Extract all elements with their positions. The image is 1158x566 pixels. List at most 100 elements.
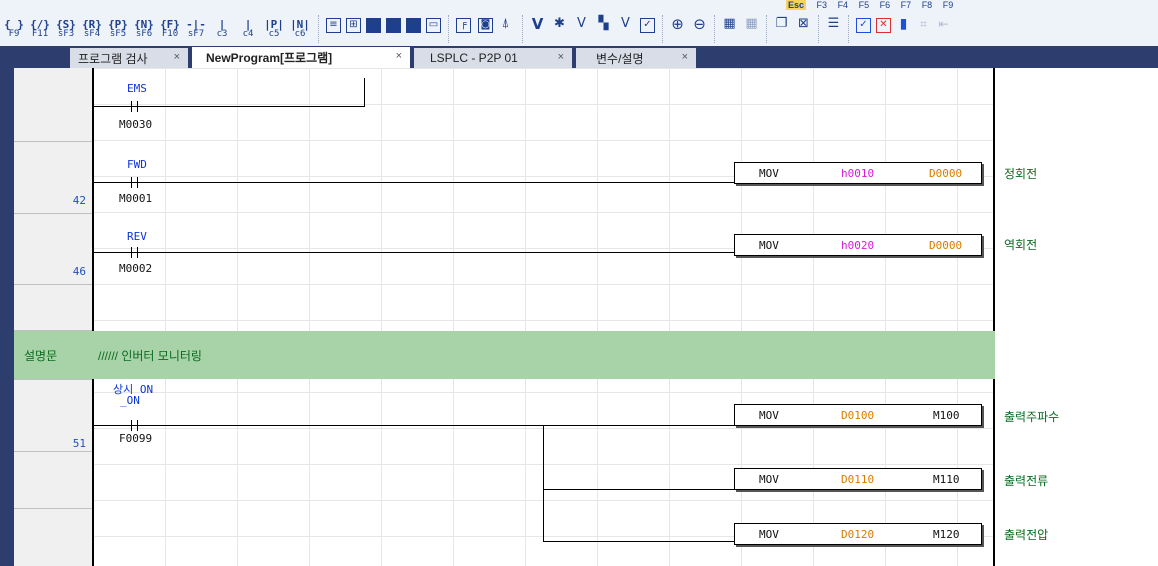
f8-key-label[interactable]: F8 xyxy=(922,0,933,10)
step-number-column: 42 46 51 xyxy=(14,68,93,566)
key-label: c5 xyxy=(268,29,280,39)
mov-instruction-box[interactable]: MOV D0110 M110 xyxy=(734,468,982,490)
branch-wire xyxy=(543,489,734,490)
key-label: sF3 xyxy=(57,29,75,39)
contact-button-sf7[interactable]: -|- sF7 xyxy=(184,12,208,46)
contact-button-c3[interactable]: | c3 xyxy=(210,12,234,46)
cancel-box-icon[interactable]: ✕ xyxy=(876,18,891,33)
variable-check-icon[interactable]: V xyxy=(618,17,633,33)
monitor-view-icon[interactable] xyxy=(386,18,401,33)
key-label: sF4 xyxy=(83,29,101,39)
tab-variables[interactable]: 변수/설명 × xyxy=(576,48,696,68)
block-view-icon[interactable] xyxy=(366,18,381,33)
table-disabled-icon[interactable]: ▦ xyxy=(744,17,759,33)
insert-rung-icon[interactable]: ╒ xyxy=(456,18,471,33)
branch-wire xyxy=(543,425,544,541)
contact-button-f9[interactable]: { } F9 xyxy=(2,12,26,46)
contact-name: _ON xyxy=(120,394,140,407)
bookmark-prev-icon[interactable]: ⌗ xyxy=(916,18,931,33)
close-icon[interactable]: × xyxy=(396,50,402,62)
contact-button-sf6[interactable]: {N} sF6 xyxy=(132,12,156,46)
instruction-op: MOV xyxy=(759,239,779,252)
close-icon[interactable]: × xyxy=(558,51,564,63)
close-icon[interactable]: × xyxy=(174,51,180,63)
mov-instruction-box[interactable]: MOV D0100 M100 xyxy=(734,404,982,426)
grid-view-icon[interactable]: ⊞ xyxy=(346,18,361,33)
bookmark-next-icon[interactable]: ⇤ xyxy=(936,18,951,33)
row-divider xyxy=(14,379,92,380)
f3-key-label[interactable]: F3 xyxy=(817,0,828,10)
zoom-in-icon[interactable]: ⊕ xyxy=(670,17,685,33)
upload-icon[interactable]: ⍋ xyxy=(498,17,513,33)
bookmark-icon[interactable]: ▮ xyxy=(896,17,911,33)
cross-reference-icon[interactable]: ⊠ xyxy=(796,17,811,33)
window-view-icon[interactable]: ▭ xyxy=(426,18,441,33)
checked-box-icon[interactable]: ✓ xyxy=(856,18,871,33)
link-view-icon[interactable] xyxy=(406,18,421,33)
contact-button-c5[interactable]: |P| c5 xyxy=(262,12,286,46)
zoom-out-icon[interactable]: ⊖ xyxy=(692,17,707,33)
instruction-source: D0120 xyxy=(841,528,875,541)
instruction-dest: D0000 xyxy=(929,167,963,180)
compile-icon[interactable]: ◙ xyxy=(478,18,493,33)
f6-key-label[interactable]: F6 xyxy=(880,0,891,10)
rung-wire xyxy=(94,425,734,426)
instruction-dest: M110 xyxy=(933,473,960,486)
contact-button-c6[interactable]: |N| c6 xyxy=(288,12,312,46)
tab-label: LSPLC - P2P 01 xyxy=(430,51,518,65)
variable-icon[interactable]: V xyxy=(574,17,589,33)
output-comment: 출력전압 xyxy=(1004,528,1049,542)
contact-button-sf3[interactable]: {S} sF3 xyxy=(54,12,78,46)
copy-window-icon[interactable]: ❐ xyxy=(774,17,789,33)
instruction-source: D0110 xyxy=(841,473,875,486)
view-list-icon[interactable]: ≡ xyxy=(326,18,341,33)
instruction-op: MOV xyxy=(759,167,779,180)
contact-symbol[interactable] xyxy=(131,177,138,188)
output-comment: 출력주파수 xyxy=(1004,410,1060,424)
ladder-editor[interactable]: 42 46 51 EMS M0030 FWD M0001 MOV h0010 D… xyxy=(14,68,1158,566)
tab-program-check[interactable]: 프로그램 검사 × xyxy=(70,48,188,68)
f5-key-label[interactable]: F5 xyxy=(859,0,870,10)
contact-button-f10[interactable]: {F} F10 xyxy=(158,12,182,46)
left-power-rail xyxy=(92,68,94,566)
contact-button-sf4[interactable]: {R} sF4 xyxy=(80,12,104,46)
row-divider xyxy=(14,213,92,214)
contact-address: M0002 xyxy=(119,262,153,275)
contact-symbol[interactable] xyxy=(131,247,138,258)
rung-wire xyxy=(364,78,365,107)
toolbar-separator xyxy=(662,15,664,43)
cpu-icon[interactable]: ✱ xyxy=(552,17,567,33)
instruction-source: D0100 xyxy=(841,409,875,422)
contact-symbol[interactable] xyxy=(131,101,138,112)
mov-instruction-box[interactable]: MOV h0010 D0000 xyxy=(734,162,982,184)
device-icon[interactable]: ▚ xyxy=(596,17,611,33)
contact-symbol[interactable] xyxy=(131,420,138,431)
list-icon[interactable]: ☰ xyxy=(826,17,841,33)
f9-key-label[interactable]: F9 xyxy=(943,0,954,10)
check-box-icon[interactable]: ✓ xyxy=(640,18,655,33)
toolbar-separator xyxy=(848,15,850,43)
comment-banner[interactable]: 설명문 ////// 인버터 모니터링 xyxy=(14,331,995,379)
tab-lsplc-p2p[interactable]: LSPLC - P2P 01 × xyxy=(414,48,572,68)
key-label: sF7 xyxy=(187,29,205,39)
mov-instruction-box[interactable]: MOV D0120 M120 xyxy=(734,523,982,545)
f7-key-label[interactable]: F7 xyxy=(901,0,912,10)
tab-newprogram[interactable]: NewProgram[프로그램] × xyxy=(192,47,410,68)
instruction-source: h0010 xyxy=(841,167,875,180)
table-icon[interactable]: ▦ xyxy=(722,17,737,33)
contact-button-f11[interactable]: {/} F11 xyxy=(28,12,52,46)
verify-icon[interactable]: V xyxy=(530,17,545,33)
contact-name: EMS xyxy=(127,82,147,95)
instruction-op: MOV xyxy=(759,409,779,422)
mov-instruction-box[interactable]: MOV h0020 D0000 xyxy=(734,234,982,256)
close-icon[interactable]: × xyxy=(682,51,688,63)
esc-key-label[interactable]: Esc xyxy=(786,0,807,10)
contact-button-c4[interactable]: | c4 xyxy=(236,12,260,46)
contact-button-sf5[interactable]: {P} sF5 xyxy=(106,12,130,46)
output-comment: 정회전 xyxy=(1004,167,1038,181)
toolbar-separator xyxy=(714,15,716,43)
output-comment: 출력전류 xyxy=(1004,474,1049,488)
instruction-dest: D0000 xyxy=(929,239,963,252)
toolbar-separator xyxy=(766,15,768,43)
f4-key-label[interactable]: F4 xyxy=(838,0,849,10)
